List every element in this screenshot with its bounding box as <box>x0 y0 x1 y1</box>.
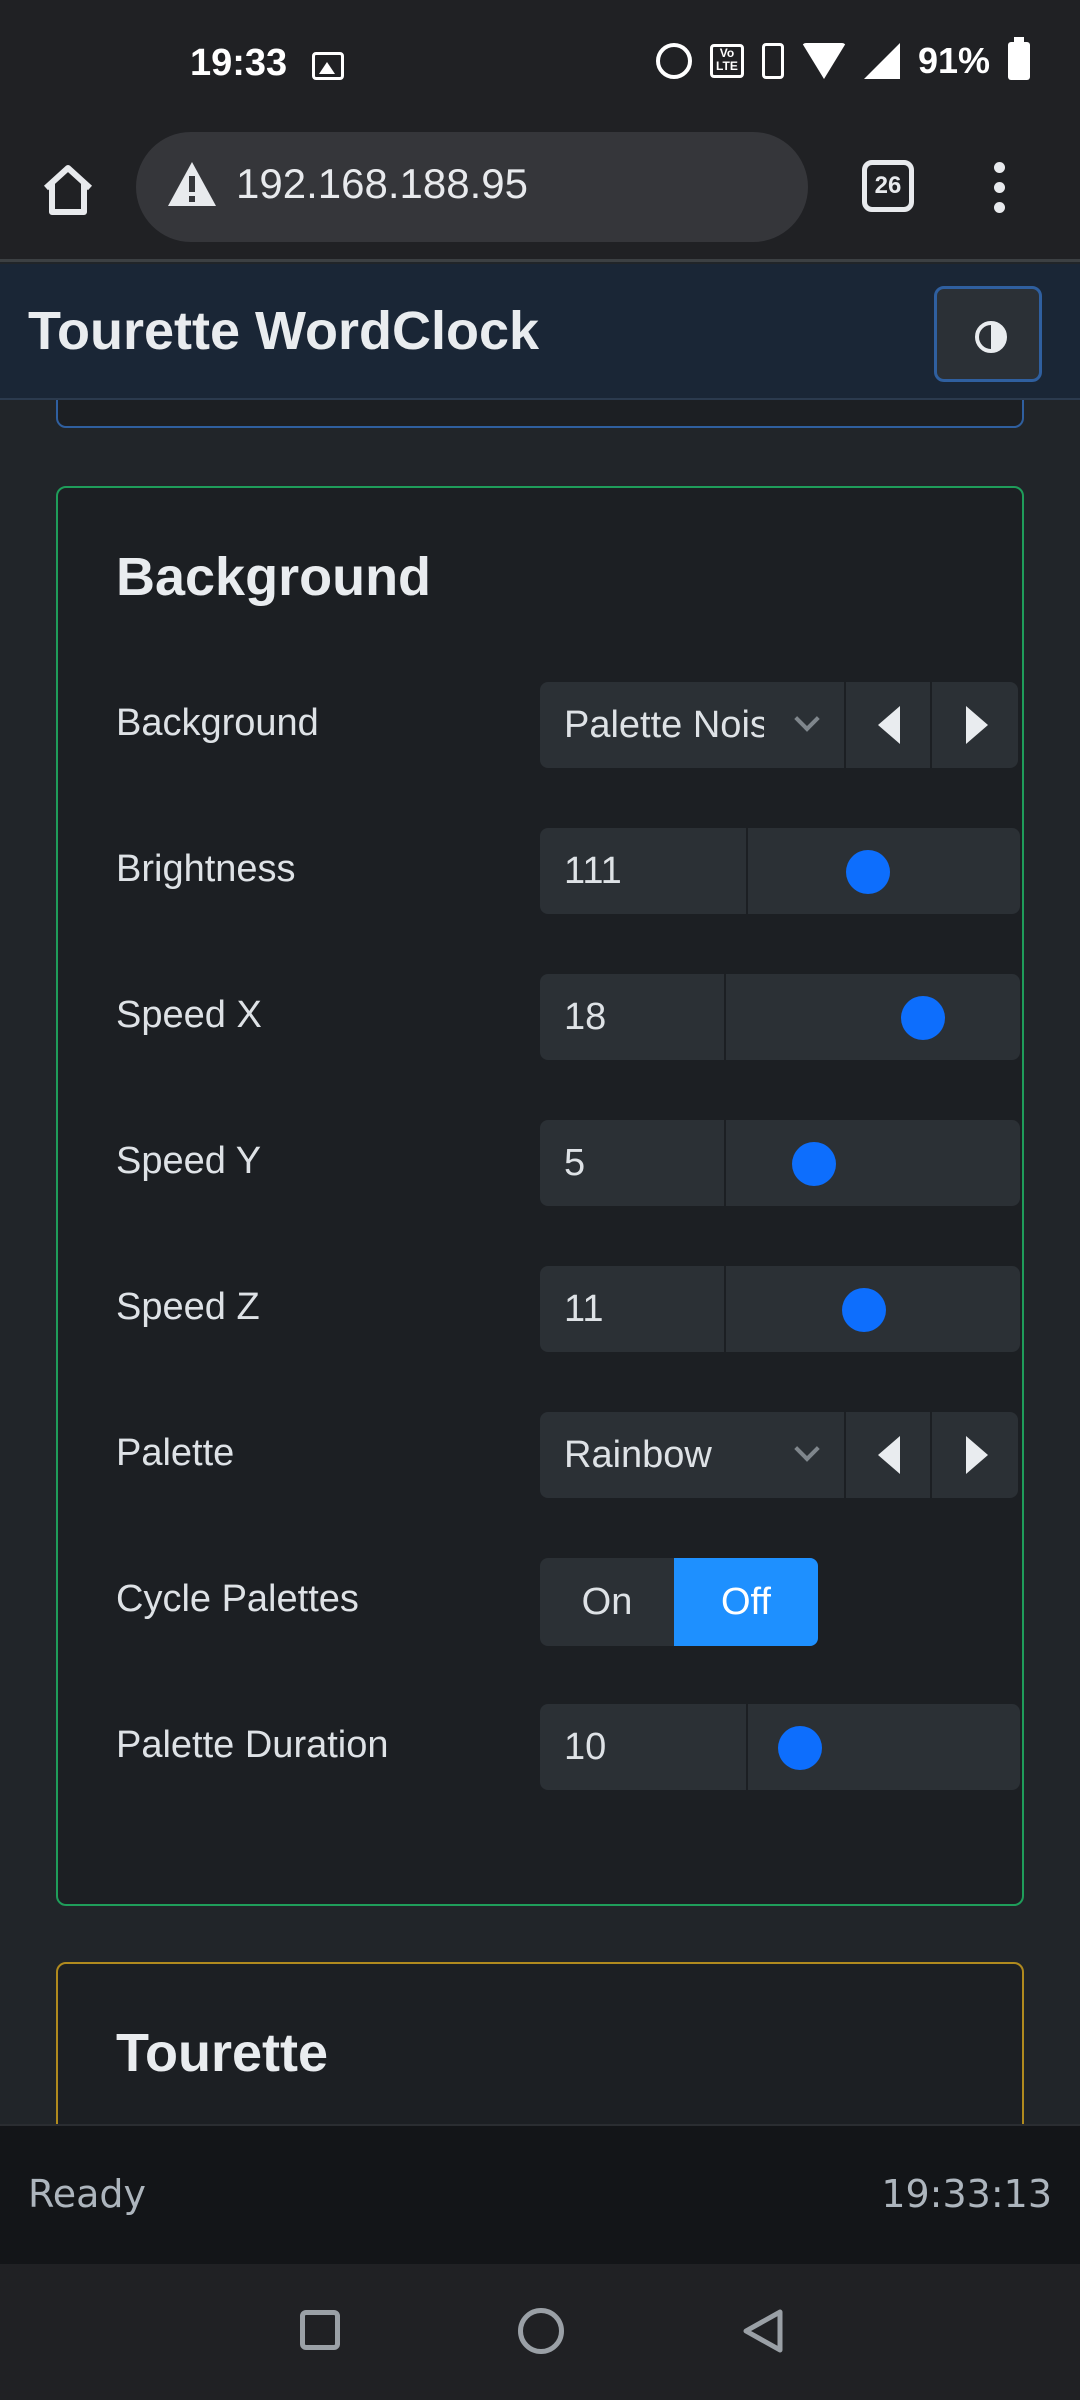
speed-z-control: 11 <box>540 1266 1020 1352</box>
recents-icon[interactable] <box>300 2310 340 2350</box>
row-label: Speed Y <box>116 1140 262 1182</box>
speed-y-row: Speed Y 5 <box>116 1120 1020 1206</box>
brightness-row: Brightness 111 <box>116 828 1020 914</box>
row-label: Cycle Palettes <box>116 1578 359 1620</box>
card-title: Background <box>116 547 432 607</box>
speed-y-control: 5 <box>540 1120 1020 1206</box>
alarm-icon <box>655 43 692 79</box>
chevron-down-icon <box>794 1436 820 1462</box>
brightness-slider[interactable] <box>748 828 1020 914</box>
background-control: Palette Noise <box>540 682 1018 768</box>
palette-control: Rainbow <box>540 1412 1018 1498</box>
cycle-palettes-toggle: On Off <box>540 1558 818 1646</box>
clock-time: 19:33:13 <box>881 2172 1052 2216</box>
row-label: Palette Duration <box>116 1724 389 1766</box>
palette-select[interactable]: Rainbow <box>540 1412 846 1498</box>
warning-icon[interactable] <box>166 160 218 208</box>
select-value: Rainbow <box>564 1434 712 1476</box>
home-icon[interactable] <box>38 160 98 220</box>
speed-x-input[interactable]: 18 <box>540 974 726 1060</box>
row-label: Speed X <box>116 994 262 1036</box>
contrast-icon <box>975 321 1007 353</box>
status-footer: Ready 19:33:13 <box>0 2124 1080 2264</box>
background-prev-button[interactable] <box>846 682 932 768</box>
tab-switcher-button[interactable]: 26 <box>862 160 914 212</box>
palette-next-button[interactable] <box>932 1412 1018 1498</box>
back-icon[interactable] <box>740 2308 786 2354</box>
background-next-button[interactable] <box>932 682 1018 768</box>
speed-z-slider[interactable] <box>726 1266 1020 1352</box>
slider-thumb[interactable] <box>792 1142 837 1186</box>
caret-right-icon <box>966 706 988 744</box>
app-header: Tourette WordClock <box>0 264 1080 400</box>
palette-duration-row: Palette Duration 10 <box>116 1704 1020 1790</box>
background-select[interactable]: Palette Noise <box>540 682 846 768</box>
slider-thumb[interactable] <box>845 850 890 894</box>
status-icons: Vo LTE 91% <box>655 37 1030 82</box>
image-notification-icon <box>312 52 344 80</box>
brightness-input[interactable]: 111 <box>540 828 748 914</box>
address-bar[interactable]: 192.168.188.95 <box>136 132 808 242</box>
home-nav-icon[interactable] <box>518 2308 564 2354</box>
palette-prev-button[interactable] <box>846 1412 932 1498</box>
status-time: 19:33 <box>190 42 288 84</box>
cycle-off-button[interactable]: Off <box>674 1558 818 1646</box>
row-label: Speed Z <box>116 1286 260 1328</box>
slider-thumb[interactable] <box>842 1288 887 1332</box>
palette-row: Palette Rainbow <box>116 1412 1018 1498</box>
speed-z-input[interactable]: 11 <box>540 1266 726 1352</box>
url-text: 192.168.188.95 <box>236 160 528 207</box>
caret-right-icon <box>966 1436 988 1474</box>
connection-status: Ready <box>28 2172 146 2216</box>
speed-x-slider[interactable] <box>726 974 1020 1060</box>
battery-icon <box>1008 37 1030 80</box>
palette-duration-slider[interactable] <box>748 1704 1020 1790</box>
battery-percent: 91% <box>917 40 990 81</box>
volte-icon: Vo LTE <box>709 44 744 78</box>
previous-card <box>56 400 1024 428</box>
brightness-control: 111 <box>540 828 1020 914</box>
caret-left-icon <box>878 706 900 744</box>
background-row: Background Palette Noise <box>116 682 1018 768</box>
select-value: Palette Noise <box>564 704 764 746</box>
background-card: Background Background Palette Noise Brig… <box>56 486 1024 1906</box>
row-label: Palette <box>116 1432 235 1474</box>
theme-toggle-button[interactable] <box>934 286 1042 382</box>
slider-thumb[interactable] <box>777 1726 822 1770</box>
speed-x-control: 18 <box>540 974 1020 1060</box>
palette-duration-control: 10 <box>540 1704 1020 1790</box>
android-nav-bar <box>0 2264 1080 2400</box>
chevron-down-icon <box>794 706 820 732</box>
main-content[interactable]: Background Background Palette Noise Brig… <box>0 400 1080 2124</box>
browser-toolbar: 192.168.188.95 26 <box>0 132 1080 262</box>
wifi-icon <box>801 43 846 79</box>
cycle-palettes-row: Cycle Palettes On Off <box>116 1558 966 1646</box>
more-menu-icon[interactable] <box>984 158 1014 218</box>
android-status-bar: 19:33 Vo LTE 91% <box>0 0 1080 132</box>
tourette-card: Tourette <box>56 1962 1024 2124</box>
caret-left-icon <box>878 1436 900 1474</box>
speed-y-slider[interactable] <box>726 1120 1020 1206</box>
card-title: Tourette <box>116 2023 328 2083</box>
cycle-on-button[interactable]: On <box>540 1558 674 1646</box>
speed-x-row: Speed X 18 <box>116 974 1020 1060</box>
speed-y-input[interactable]: 5 <box>540 1120 726 1206</box>
slider-thumb[interactable] <box>900 996 945 1040</box>
row-label: Brightness <box>116 848 296 890</box>
cell-signal-icon <box>863 43 900 79</box>
vibrate-icon <box>761 43 784 79</box>
app-title: Tourette WordClock <box>28 301 540 361</box>
speed-z-row: Speed Z 11 <box>116 1266 1020 1352</box>
row-label: Background <box>116 702 319 744</box>
palette-duration-input[interactable]: 10 <box>540 1704 748 1790</box>
